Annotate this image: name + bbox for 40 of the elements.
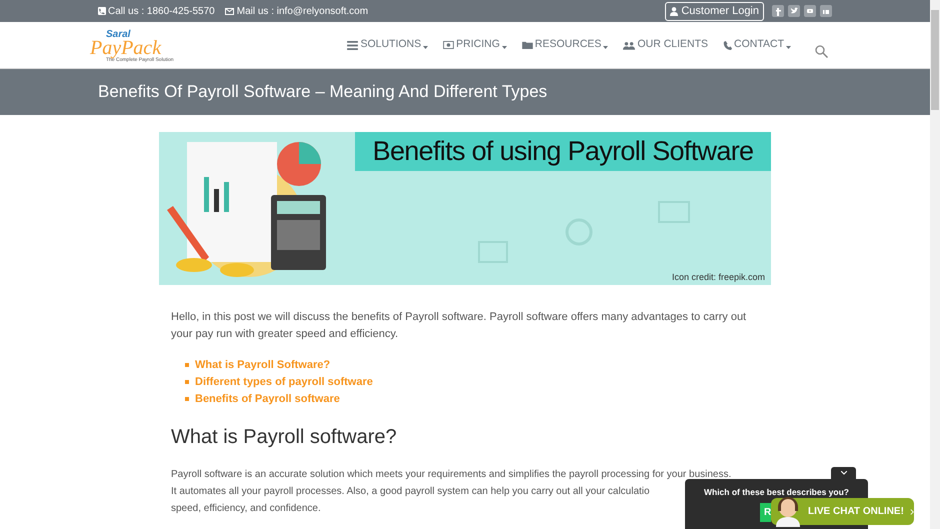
users-icon xyxy=(623,40,636,50)
login-button[interactable]: Customer Login xyxy=(665,2,764,20)
list-icon xyxy=(347,40,358,50)
nav-item[interactable]: OUR CLIENTS xyxy=(623,37,708,53)
nav-item[interactable]: CONTACT xyxy=(723,37,791,53)
paragraph-line: speed, efficiency, and confidence. xyxy=(171,502,321,516)
folder-icon xyxy=(522,41,533,49)
social-icon[interactable] xyxy=(804,5,816,17)
bullet-icon xyxy=(185,397,189,401)
bullet-icon xyxy=(185,380,189,384)
scrollbar[interactable] xyxy=(930,0,940,529)
paragraph-line: Payroll software is an accurate solution which meets your requirements and simplifies the payroll processing for your business. xyxy=(171,468,732,482)
social-icon[interactable] xyxy=(788,5,800,17)
agent-avatar xyxy=(773,495,803,527)
mail-icon xyxy=(224,8,234,14)
logo-text: Saral xyxy=(106,30,132,40)
page-title: Benefits Of Payroll Software – Meaning And Different Types xyxy=(98,81,548,104)
banknote-icon xyxy=(443,41,454,49)
search-icon[interactable] xyxy=(815,44,828,58)
chat-question: Which of these best describes you? xyxy=(702,486,850,499)
intro-paragraph: Hello, in this post we will discuss the benefits of Payroll software. Payroll software offers many advantages to carry out your pay run with greater speed and efficiency. xyxy=(171,310,748,342)
chevron-icon xyxy=(840,471,846,475)
image-credit: Icon credit: freepik.com xyxy=(672,270,765,284)
email-link[interactable]: Mail us : info@relyonsoft.com xyxy=(236,4,368,18)
user-icon xyxy=(670,6,678,16)
logo-text: PayPack xyxy=(90,38,162,58)
nav-item[interactable]: SOLUTIONS xyxy=(347,37,428,53)
nav-item[interactable]: PRICING xyxy=(443,37,507,53)
banner-heading: Benefits of using Payroll Software xyxy=(372,135,754,168)
section-heading: What is Payroll software? xyxy=(171,425,398,450)
chevron-icon xyxy=(910,508,914,516)
collapse-button[interactable] xyxy=(831,467,856,479)
social-icon[interactable] xyxy=(820,5,832,17)
phone-icon xyxy=(723,40,732,50)
phone-icon xyxy=(98,7,106,15)
social-icon[interactable] xyxy=(772,5,784,17)
nav-item[interactable]: RESOURCES xyxy=(522,37,608,53)
bullet-icon xyxy=(185,363,189,367)
paragraph-line: It automates all your payroll processes. Also, a good payroll system can help you carry out all your calculatio xyxy=(171,485,650,499)
phone-number[interactable]: Call us : 1860-425-5570 xyxy=(108,4,215,18)
